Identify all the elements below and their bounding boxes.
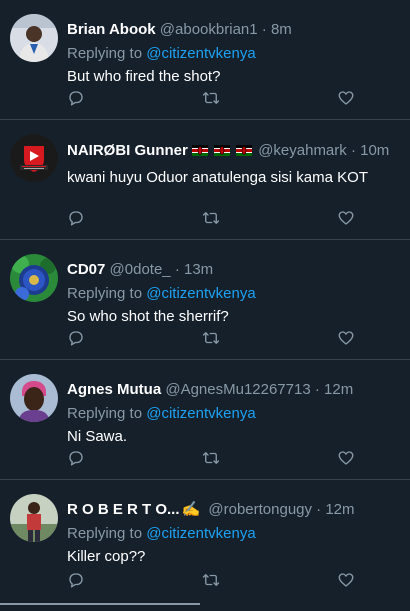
tweet-text: Killer cop??	[67, 548, 146, 565]
display-name[interactable]: R O B E R T O...	[67, 501, 180, 518]
separator-dot: ·	[316, 501, 322, 518]
avatar[interactable]	[10, 494, 58, 542]
timestamp[interactable]: 12m	[325, 501, 354, 518]
reply-button[interactable]	[67, 449, 87, 469]
replying-to: Replying to @citizentvkenya	[67, 284, 404, 304]
tweet-header: Agnes Mutua @AgnesMu12267713 · 12m	[67, 380, 404, 400]
reply-button[interactable]	[67, 571, 87, 591]
tweet-actions	[67, 449, 367, 469]
avatar[interactable]	[10, 374, 58, 422]
timestamp[interactable]: 13m	[184, 261, 213, 278]
separator-dot: ·	[174, 261, 180, 278]
like-button[interactable]	[337, 329, 357, 349]
tweet-header: NAIRØBI Gunner @keyahmark · 10m	[67, 140, 404, 162]
kenya-flag-icon	[236, 144, 253, 156]
tweet-actions	[67, 571, 367, 591]
reply-button[interactable]	[67, 329, 87, 349]
tweet-text: But who fired the shot?	[67, 68, 221, 85]
person-avatar-icon	[10, 374, 58, 422]
tweet-item[interactable]: Brian Abook @abookbrian1 · 8m Replying t…	[0, 0, 410, 120]
like-button[interactable]	[337, 209, 357, 229]
separator-dot: ·	[261, 21, 267, 38]
separator-dot: ·	[350, 141, 356, 159]
like-button[interactable]	[337, 449, 357, 469]
chelsea-crest-avatar-icon	[10, 254, 58, 302]
scroll-indicator	[0, 603, 200, 605]
nairobi-gunners-logo-icon	[10, 134, 58, 182]
like-button[interactable]	[337, 571, 357, 591]
replying-to-prefix: Replying to	[67, 285, 147, 302]
replying-to-link[interactable]: @citizentvkenya	[146, 285, 255, 302]
replying-to: Replying to @citizentvkenya	[67, 404, 404, 424]
tweet-item[interactable]: R O B E R T O... ✍ @robertongugy · 12m Re…	[0, 480, 410, 605]
name-badges	[191, 140, 254, 160]
reply-icon	[69, 573, 83, 588]
avatar[interactable]	[10, 14, 58, 62]
replying-to: Replying to @citizentvkenya	[67, 524, 404, 544]
tweet-item[interactable]: NAIRØBI Gunner @keyahmark · 10m kwani hu…	[0, 120, 410, 240]
reply-icon	[69, 451, 83, 466]
retweet-icon	[202, 452, 220, 464]
like-icon	[338, 91, 354, 105]
like-icon	[338, 451, 354, 465]
timestamp[interactable]: 8m	[271, 21, 292, 38]
replying-to-link[interactable]: @citizentvkenya	[146, 525, 255, 542]
reply-icon	[69, 91, 83, 106]
retweet-button[interactable]	[202, 449, 222, 469]
display-name[interactable]: Agnes Mutua	[67, 381, 161, 398]
retweet-button[interactable]	[202, 571, 222, 591]
reply-button[interactable]	[67, 89, 87, 109]
tweet-feed: Brian Abook @abookbrian1 · 8m Replying t…	[0, 0, 410, 611]
tweet-header: R O B E R T O... ✍ @robertongugy · 12m	[67, 500, 404, 520]
display-name[interactable]: CD07	[67, 261, 105, 278]
tweet-item[interactable]: CD07 @0dote_ · 13m Replying to @citizent…	[0, 240, 410, 360]
retweet-button[interactable]	[202, 329, 222, 349]
retweet-button[interactable]	[202, 209, 222, 229]
user-handle[interactable]: @0dote_	[110, 261, 171, 278]
tweet-text: Ni Sawa.	[67, 428, 128, 445]
replying-to-link[interactable]: @citizentvkenya	[146, 405, 255, 422]
tweet-actions	[67, 89, 367, 109]
display-name[interactable]: Brian Abook	[67, 21, 156, 38]
retweet-icon	[202, 574, 220, 586]
kenya-flag-icon	[214, 144, 231, 156]
retweet-icon	[202, 332, 220, 344]
retweet-icon	[202, 212, 220, 224]
avatar[interactable]	[10, 254, 58, 302]
like-icon	[338, 331, 354, 345]
tweet-header: Brian Abook @abookbrian1 · 8m	[67, 20, 404, 40]
retweet-icon	[202, 92, 220, 104]
user-handle[interactable]: @keyahmark	[258, 142, 347, 159]
tweet-header: CD07 @0dote_ · 13m	[67, 260, 404, 280]
separator-dot: ·	[314, 381, 320, 398]
tweet-actions	[67, 209, 367, 229]
replying-to-prefix: Replying to	[67, 45, 147, 62]
replying-to-link[interactable]: @citizentvkenya	[146, 45, 255, 62]
reply-button[interactable]	[67, 209, 87, 229]
writing-hand-emoji: ✍	[181, 501, 201, 518]
reply-icon	[69, 211, 83, 226]
reply-icon	[69, 331, 83, 346]
replying-to: Replying to @citizentvkenya	[67, 44, 404, 64]
tweet-text: kwani huyu Oduor anatulenga sisi kama KO…	[67, 169, 368, 186]
tweet-actions	[67, 329, 367, 349]
person-avatar-icon	[10, 14, 58, 62]
retweet-button[interactable]	[202, 89, 222, 109]
person-avatar-icon	[10, 494, 58, 542]
user-handle[interactable]: @AgnesMu12267713	[165, 381, 310, 398]
timestamp[interactable]: 12m	[324, 381, 353, 398]
timestamp[interactable]: 10m	[360, 142, 389, 159]
replying-to-prefix: Replying to	[67, 525, 147, 542]
display-name[interactable]: NAIRØBI Gunner	[67, 142, 188, 159]
replying-to-prefix: Replying to	[67, 405, 147, 422]
like-button[interactable]	[337, 89, 357, 109]
tweet-item[interactable]: Agnes Mutua @AgnesMu12267713 · 12m Reply…	[0, 360, 410, 480]
like-icon	[338, 573, 354, 587]
user-handle[interactable]: @abookbrian1	[160, 21, 258, 38]
like-icon	[338, 211, 354, 225]
user-handle[interactable]: @robertongugy	[208, 501, 312, 518]
avatar[interactable]	[10, 134, 58, 182]
kenya-flag-icon	[191, 144, 208, 156]
tweet-text: So who shot the sherrif?	[67, 308, 229, 325]
